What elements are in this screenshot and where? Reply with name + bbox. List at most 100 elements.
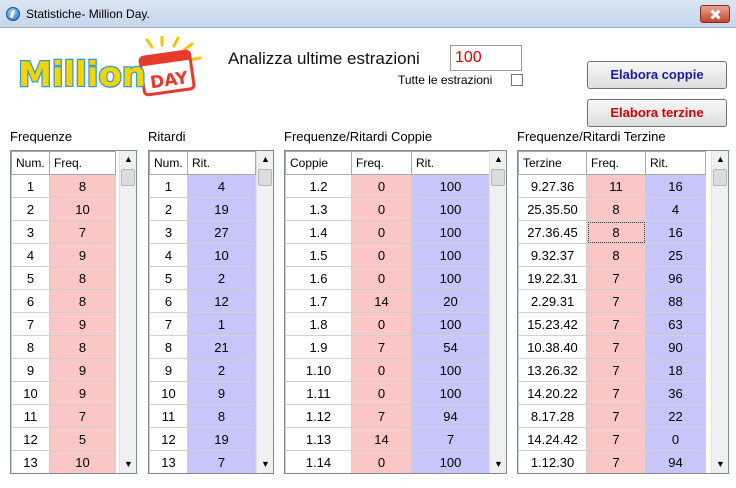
table-row[interactable]: 71 <box>149 312 256 336</box>
ritardi-cell[interactable]: 12 <box>149 427 188 451</box>
frequenze-cell[interactable]: 2 <box>11 197 50 221</box>
ritardi-cell[interactable]: 3 <box>149 220 188 244</box>
coppie-cell[interactable]: 0 <box>351 266 412 290</box>
terzine-cell[interactable]: 13.26.32 <box>518 358 587 382</box>
terzine-cell[interactable]: 10.38.40 <box>518 335 587 359</box>
coppie-cell[interactable]: 100 <box>411 243 490 267</box>
ritardi-cell[interactable]: 1 <box>187 312 256 336</box>
scroll-thumb[interactable] <box>121 169 135 186</box>
coppie-cell[interactable]: 0 <box>351 174 412 198</box>
terzine-cell[interactable]: 9.27.36 <box>518 174 587 198</box>
coppie-grid[interactable]: Coppie Freq. Rit. 1.2 0 100 1.3 0 100 1.4 0 100 1.5 0… <box>284 150 507 474</box>
ritardi-cell[interactable]: 4 <box>149 243 188 267</box>
frequenze-cell[interactable]: 10 <box>49 197 116 221</box>
scroll-thumb[interactable] <box>491 169 505 186</box>
ritardi-col-header[interactable]: Num. <box>149 151 188 175</box>
ritardi-cell[interactable]: 13 <box>149 450 188 473</box>
terzine-cell[interactable]: 9.32.37 <box>518 243 587 267</box>
terzine-cell[interactable]: 25 <box>645 243 706 267</box>
coppie-cell[interactable]: 100 <box>411 450 490 473</box>
coppie-cell[interactable]: 1.13 <box>285 427 352 451</box>
frequenze-cell[interactable]: 9 <box>49 312 116 336</box>
terzine-col-header[interactable]: Terzine <box>518 151 587 175</box>
frequenze-col-header[interactable]: Num. <box>11 151 50 175</box>
coppie-cell[interactable]: 1.9 <box>285 335 352 359</box>
scroll-up-icon[interactable]: ▲ <box>490 151 506 168</box>
table-row[interactable]: 12 5 <box>11 427 116 451</box>
table-row[interactable]: 1.6 0 100 <box>285 266 490 290</box>
coppie-cell[interactable]: 100 <box>411 381 490 405</box>
ritardi-cell[interactable]: 2 <box>187 358 256 382</box>
table-row[interactable]: 9.32.37 8 25 <box>518 243 706 267</box>
frequenze-scrollbar[interactable]: ▲ ▼ <box>119 151 136 473</box>
frequenze-cell[interactable]: 9 <box>49 381 116 405</box>
coppie-cell[interactable]: 0 <box>351 358 412 382</box>
frequenze-cell[interactable]: 13 <box>11 450 50 473</box>
coppie-cell[interactable]: 14 <box>351 289 412 313</box>
ritardi-cell[interactable]: 2 <box>187 266 256 290</box>
scroll-down-icon[interactable]: ▼ <box>120 456 136 473</box>
table-row[interactable]: 1.13 14 7 <box>285 427 490 451</box>
frequenze-cell[interactable]: 8 <box>49 335 116 359</box>
scroll-down-icon[interactable]: ▼ <box>712 456 728 473</box>
scroll-down-icon[interactable]: ▼ <box>490 456 506 473</box>
table-row[interactable]: 11 8 <box>149 404 256 428</box>
table-row[interactable]: 11 7 <box>11 404 116 428</box>
terzine-cell[interactable]: 14.20.22 <box>518 381 587 405</box>
table-row[interactable]: 15.23.42 7 63 <box>518 312 706 336</box>
coppie-cell[interactable]: 1.4 <box>285 220 352 244</box>
terzine-cell[interactable]: 63 <box>645 312 706 336</box>
terzine-cell[interactable]: 7 <box>586 381 646 405</box>
table-row[interactable]: 92 <box>149 358 256 382</box>
frequenze-cell[interactable]: 6 <box>11 289 50 313</box>
table-row[interactable]: 1.10 0 100 <box>285 358 490 382</box>
table-row[interactable]: 1.12 7 94 <box>285 404 490 428</box>
terzine-cell[interactable]: 7 <box>586 450 646 473</box>
scroll-thumb[interactable] <box>258 169 272 186</box>
ritardi-cell[interactable]: 10 <box>149 381 188 405</box>
terzine-cell[interactable]: 14.24.42 <box>518 427 587 451</box>
frequenze-cell[interactable]: 4 <box>11 243 50 267</box>
table-row[interactable]: 58 <box>11 266 116 290</box>
ritardi-cell[interactable]: 5 <box>149 266 188 290</box>
table-row[interactable]: 14 <box>149 174 256 198</box>
frequenze-cell[interactable]: 5 <box>49 427 116 451</box>
terzine-cell[interactable]: 22 <box>645 404 706 428</box>
elabora-coppie-button[interactable]: Elabora coppie <box>587 61 727 89</box>
coppie-cell[interactable]: 0 <box>351 381 412 405</box>
table-row[interactable]: 1.3 0 100 <box>285 197 490 221</box>
close-button[interactable] <box>700 5 730 23</box>
frequenze-cell[interactable]: 8 <box>49 266 116 290</box>
table-row[interactable]: 37 <box>11 220 116 244</box>
terzine-cell[interactable]: 1.12.30 <box>518 450 587 473</box>
table-row[interactable]: 10 9 <box>149 381 256 405</box>
table-row[interactable]: 14.20.22 7 36 <box>518 381 706 405</box>
terzine-cell[interactable]: 11 <box>586 174 646 198</box>
table-row[interactable]: 1.9 7 54 <box>285 335 490 359</box>
coppie-cell[interactable]: 7 <box>351 335 412 359</box>
terzine-cell[interactable]: 16 <box>645 174 706 198</box>
frequenze-cell[interactable]: 12 <box>11 427 50 451</box>
coppie-scrollbar[interactable]: ▲ ▼ <box>489 151 506 473</box>
ritardi-cell[interactable]: 21 <box>187 335 256 359</box>
table-row[interactable]: 10.38.40 7 90 <box>518 335 706 359</box>
terzine-cell[interactable]: 88 <box>645 289 706 313</box>
terzine-col-header[interactable]: Freq. <box>586 151 646 175</box>
table-row[interactable]: 14.24.42 7 0 <box>518 427 706 451</box>
frequenze-cell[interactable]: 7 <box>49 404 116 428</box>
scroll-up-icon[interactable]: ▲ <box>712 151 728 168</box>
ritardi-cell[interactable]: 27 <box>187 220 256 244</box>
terzine-cell[interactable]: 19.22.31 <box>518 266 587 290</box>
scroll-up-icon[interactable]: ▲ <box>120 151 136 168</box>
terzine-cell[interactable]: 7 <box>586 289 646 313</box>
table-row[interactable]: 13 10 <box>11 450 116 473</box>
terzine-cell[interactable]: 36 <box>645 381 706 405</box>
coppie-cell[interactable]: 100 <box>411 266 490 290</box>
terzine-cell[interactable]: 18 <box>645 358 706 382</box>
terzine-cell[interactable]: 8 <box>586 220 646 244</box>
coppie-cell[interactable]: 1.5 <box>285 243 352 267</box>
terzine-cell[interactable]: 7 <box>586 427 646 451</box>
table-row[interactable]: 13 7 <box>149 450 256 473</box>
frequenze-cell[interactable]: 8 <box>49 289 116 313</box>
coppie-col-header[interactable]: Freq. <box>351 151 412 175</box>
